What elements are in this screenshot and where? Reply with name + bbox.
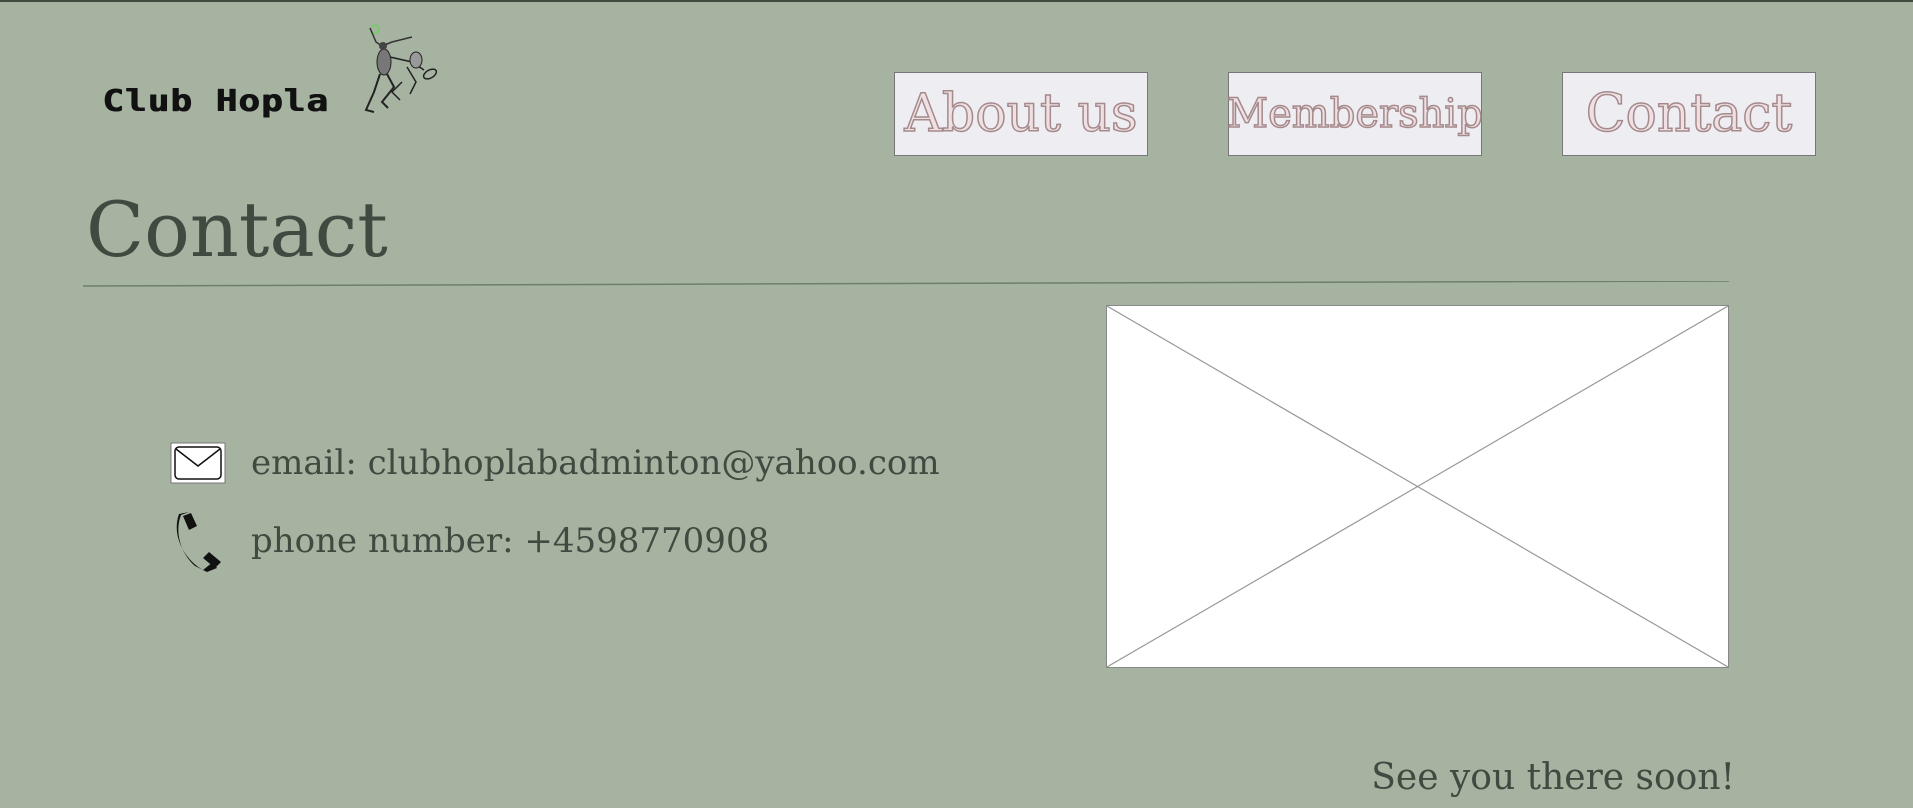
email-row: email: clubhoplabadminton@yahoo.com [170,440,940,486]
membership-button[interactable]: Membership [1226,72,1484,156]
logo-text: Club Hopla [102,84,329,119]
map-image-placeholder [1106,305,1729,668]
about-us-button[interactable]: About us [894,72,1148,156]
phone-row: phone number: +4598770908 [170,512,769,572]
contact-button[interactable]: Contact [1562,72,1816,156]
badminton-player-icon [364,24,438,113]
envelope-icon [170,440,226,486]
phone-text[interactable]: phone number: +4598770908 [251,521,769,561]
email-text[interactable]: email: clubhoplabadminton@yahoo.com [251,443,940,483]
phone-icon [170,512,226,572]
page-title: Contact [86,185,388,274]
footer-note: See you there soon! [1371,757,1735,798]
image-placeholder-cross [1107,306,1728,667]
title-divider [83,281,1729,287]
club-logo[interactable]: Club Hopla [100,22,445,127]
